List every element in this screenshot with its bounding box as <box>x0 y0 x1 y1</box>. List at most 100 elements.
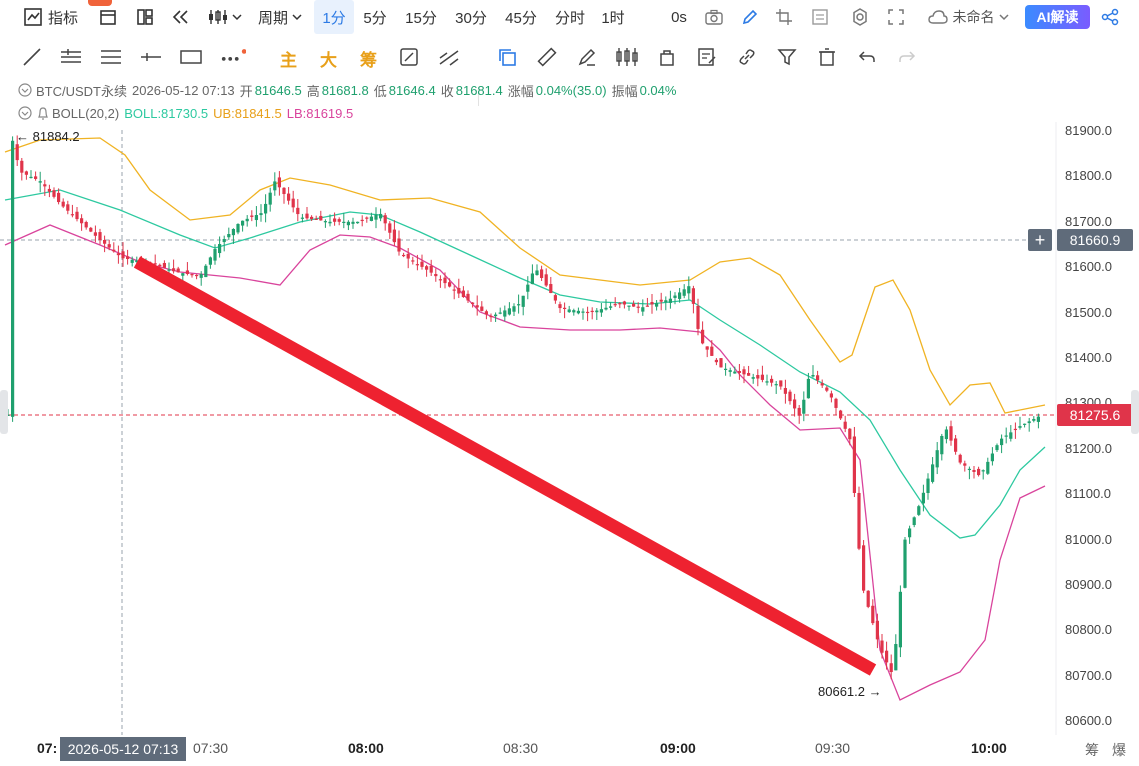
candle-body <box>944 429 948 440</box>
candle-body <box>162 262 166 268</box>
more-tools-icon[interactable] <box>220 44 246 70</box>
candle-body <box>954 438 958 452</box>
interval-1m[interactable]: 1分 <box>314 0 354 34</box>
share-icon[interactable] <box>1098 0 1122 34</box>
y-tick: 80600.0 <box>1065 713 1112 729</box>
candle-body <box>567 309 571 313</box>
interval-timeshare[interactable]: 分时 <box>548 0 592 34</box>
brush-icon[interactable] <box>574 44 600 70</box>
parallel-channel-icon[interactable] <box>58 44 84 70</box>
ai-interpret-button[interactable]: AI解读 <box>1025 5 1090 29</box>
interval-30m[interactable]: 30分 <box>449 0 493 34</box>
left-panel-handle[interactable] <box>0 390 8 434</box>
undo-icon[interactable] <box>854 44 880 70</box>
candle-body <box>34 176 38 179</box>
candle-body <box>912 517 916 526</box>
candle-body <box>402 254 406 257</box>
redo-icon[interactable] <box>894 44 920 70</box>
candle-body <box>558 304 562 309</box>
candle-body <box>793 399 797 409</box>
crop-icon[interactable] <box>772 0 796 34</box>
layout-icon[interactable] <box>133 0 157 34</box>
boll-indicator-name: BOLL(20,2) <box>52 105 120 121</box>
camera-icon[interactable] <box>702 0 726 34</box>
candle-body <box>691 288 695 304</box>
calendar-icon[interactable] <box>96 0 120 34</box>
candle-body <box>494 314 498 317</box>
candle-body <box>190 274 194 276</box>
trend-line-icon[interactable] <box>19 44 45 70</box>
collapse-icon[interactable] <box>18 83 32 97</box>
ruler-icon[interactable] <box>534 44 560 70</box>
collapse-icon[interactable] <box>18 106 32 120</box>
interval-1h[interactable]: 1时 <box>596 0 630 34</box>
candle-body <box>222 239 226 243</box>
candle-body <box>986 461 990 474</box>
candle-body <box>236 223 240 233</box>
big-order-button[interactable]: 大 <box>320 46 337 71</box>
rewind-icon[interactable] <box>168 0 192 34</box>
candle-body <box>779 380 783 387</box>
candle-body <box>93 232 97 236</box>
eraser-icon[interactable] <box>436 44 462 70</box>
candle-body <box>310 216 314 220</box>
candle-body <box>1004 435 1008 437</box>
candle-body <box>208 257 212 265</box>
y-tick: 81700.0 <box>1065 213 1112 229</box>
low-marker: 80661.2 → <box>818 684 882 699</box>
candle-body <box>429 265 433 273</box>
candle-body <box>438 279 442 281</box>
chip-footer-button[interactable]: 筹 <box>1085 740 1099 760</box>
candle-body <box>149 262 153 264</box>
candle-body <box>825 387 829 391</box>
candle-body <box>185 270 189 274</box>
rectangle-icon[interactable] <box>178 44 204 70</box>
interval-5m[interactable]: 5分 <box>358 0 392 34</box>
candle-body <box>259 213 263 216</box>
candle-body <box>314 218 318 220</box>
candle-body <box>103 239 107 244</box>
candle-body <box>89 227 93 232</box>
trash-icon[interactable] <box>814 44 840 70</box>
candle-body <box>885 650 889 663</box>
link-icon[interactable] <box>734 44 760 70</box>
candlestick-icon <box>208 10 227 24</box>
window-icon[interactable] <box>808 0 832 34</box>
magnet-icon[interactable] <box>396 44 422 70</box>
copy-icon[interactable] <box>494 44 520 70</box>
candle-body <box>1000 438 1004 446</box>
explode-footer-button[interactable]: 爆 <box>1112 740 1126 760</box>
lock-icon[interactable] <box>654 44 680 70</box>
horizontal-lines-icon[interactable] <box>98 44 124 70</box>
add-alert-button[interactable]: + <box>1028 229 1052 251</box>
candles-icon[interactable] <box>614 44 640 70</box>
interval-45m[interactable]: 45分 <box>499 0 543 34</box>
main-chart-button[interactable]: 主 <box>280 46 297 71</box>
pencil-icon[interactable] <box>738 0 762 34</box>
settings-icon[interactable] <box>848 0 872 34</box>
candle-body <box>397 238 401 252</box>
period-selector[interactable]: 周期 <box>254 0 306 34</box>
note-icon[interactable] <box>694 44 720 70</box>
candle-body <box>346 221 350 226</box>
chevron-down-icon <box>998 14 1009 21</box>
y-tick: 81500.0 <box>1065 304 1112 320</box>
chip-button[interactable]: 筹 <box>360 46 377 71</box>
drawn-trend-line[interactable] <box>133 256 877 676</box>
candle-body <box>489 315 493 318</box>
interval-15m[interactable]: 15分 <box>399 0 443 34</box>
fullscreen-icon[interactable] <box>884 0 908 34</box>
candle-body <box>917 506 921 515</box>
candle-body <box>135 260 139 263</box>
chart-type-selector[interactable] <box>204 0 244 34</box>
right-panel-handle[interactable] <box>1131 390 1139 434</box>
bell-icon[interactable] <box>36 106 50 120</box>
chevron-down-icon <box>292 14 302 21</box>
boll-middle-band <box>4 189 1046 539</box>
drawing-toolbar: 主 大 筹 <box>0 40 1139 106</box>
y-tick: 81400.0 <box>1065 350 1112 365</box>
horizontal-ray-icon[interactable] <box>138 44 164 70</box>
indicator-button[interactable]: 指标 <box>18 0 84 34</box>
filter-icon[interactable] <box>774 44 800 70</box>
layout-name-selector[interactable]: 未命名 <box>922 0 1014 34</box>
